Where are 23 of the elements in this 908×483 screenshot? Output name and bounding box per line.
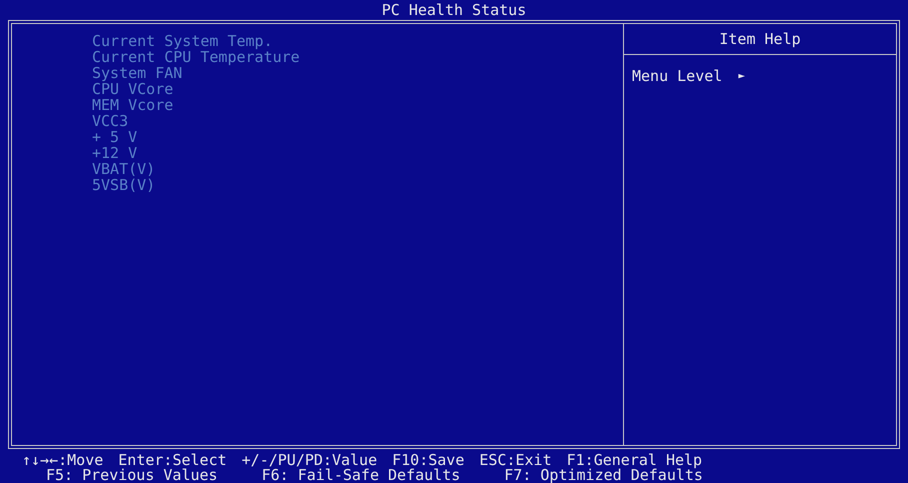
key-hint: F6: Fail-Safe Defaults — [262, 468, 460, 483]
menu-level-marker: ► — [738, 68, 745, 84]
window-title: PC Health Status — [382, 0, 526, 19]
key-hint: F5: Previous Values — [46, 468, 218, 483]
key-hint: Enter:Select — [118, 453, 227, 468]
menu-item: Current CPU Temperature — [92, 48, 300, 65]
menu-item: VCC3 — [92, 112, 128, 129]
menu-item: Current System Temp. — [92, 32, 273, 49]
key-hint: F10:Save — [392, 453, 464, 468]
menu-item: +12 V — [92, 144, 138, 161]
key-hint: +/-/PU/PD:Value — [242, 453, 378, 468]
menu-item: MEM Vcore — [92, 96, 174, 113]
menu-item: + 5 V — [92, 128, 138, 145]
key-hint: ESC:Exit — [479, 453, 552, 468]
menu-item: VBAT(V) — [92, 160, 156, 177]
help-title: Item Help — [719, 30, 801, 48]
key-hint: ↑↓→←:Move — [22, 453, 104, 468]
menu-item: 5VSB(V) — [92, 176, 156, 193]
menu-item: CPU VCore — [92, 80, 174, 97]
menu-item: System FAN — [92, 64, 182, 81]
key-hint: F1:General Help — [566, 453, 702, 468]
menu-level-label: Menu Level — [632, 66, 722, 85]
key-hint: F7: Optimized Defaults — [504, 468, 703, 483]
